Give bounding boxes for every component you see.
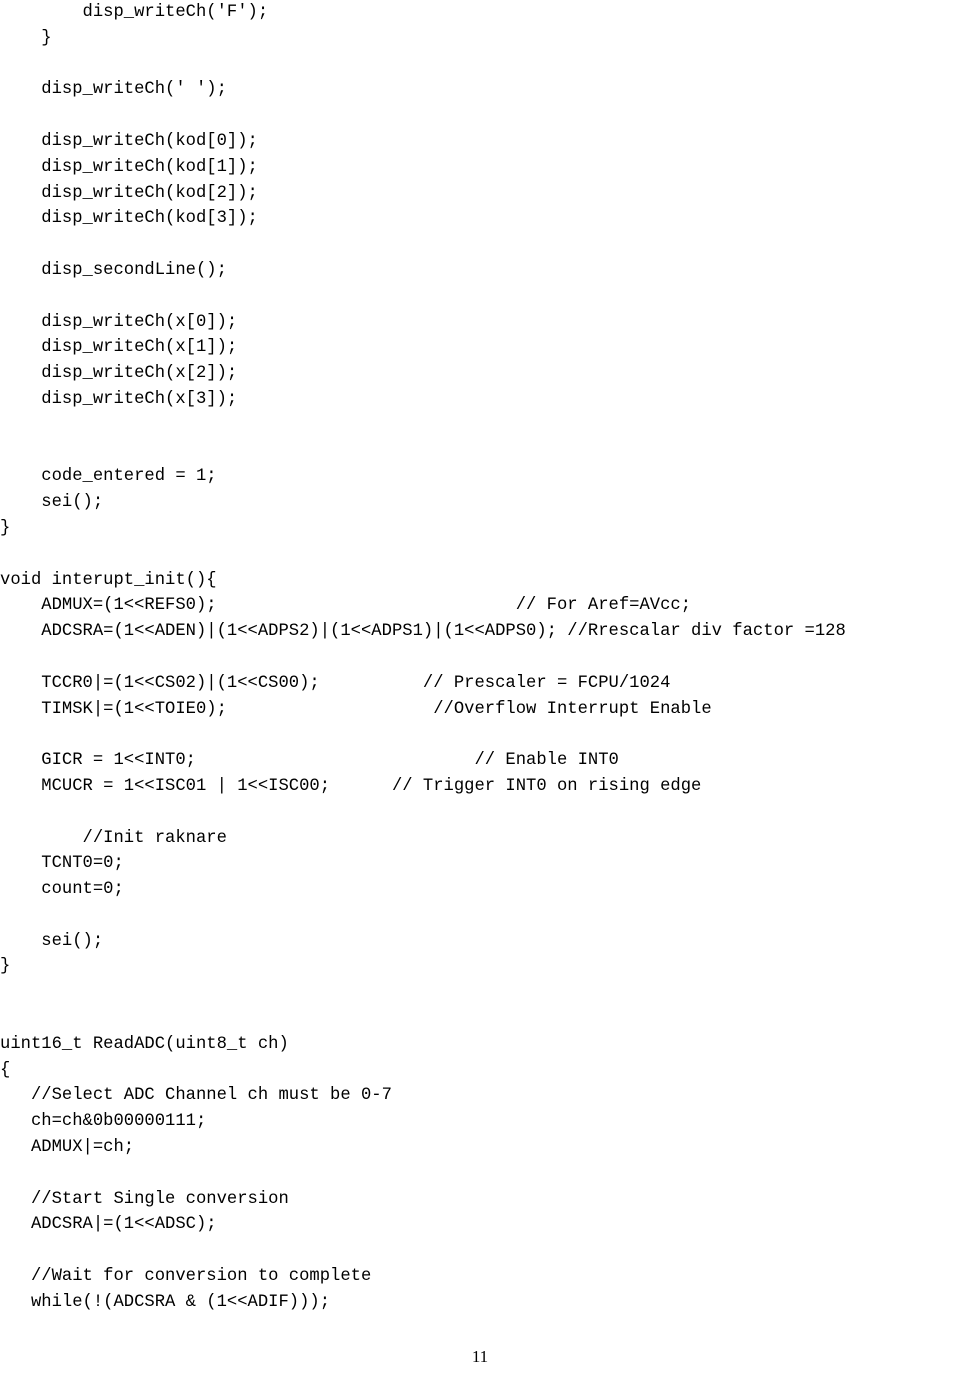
page-number: 11 xyxy=(0,1344,960,1370)
code-listing: disp_writeCh('F'); } disp_writeCh(' '); … xyxy=(0,0,960,1316)
